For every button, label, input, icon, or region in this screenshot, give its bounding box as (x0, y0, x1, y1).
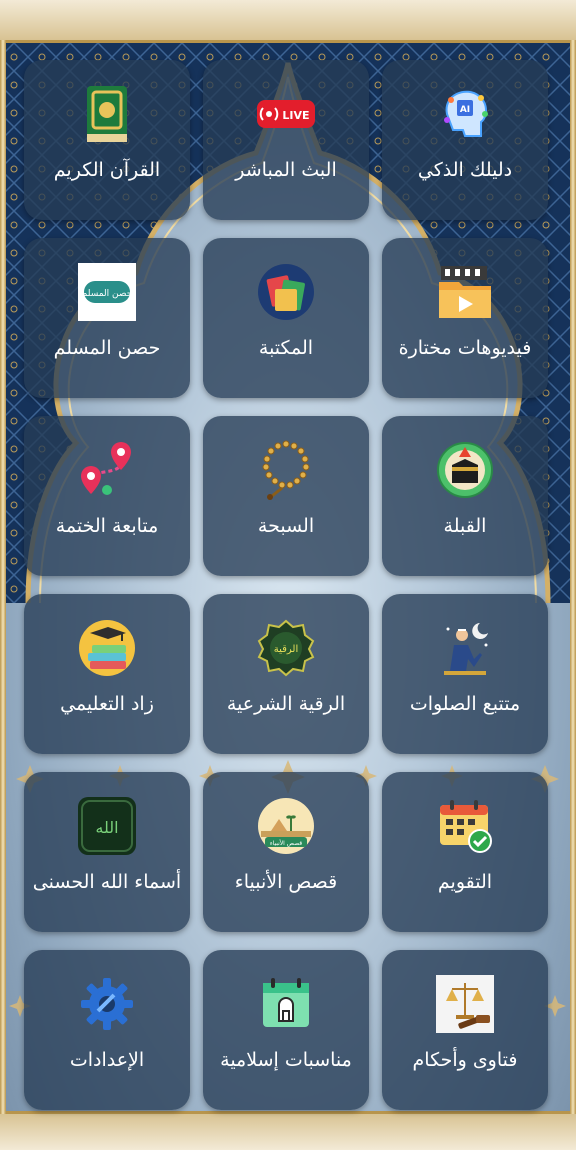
feature-grid: القرآن الكريم LIVE البث المباشر AI دليلك… (24, 60, 552, 1110)
prayer-beads-icon (256, 440, 316, 500)
tile-fatwas[interactable]: فتاوى وأحكام (382, 950, 548, 1110)
tile-label: دليلك الذكي (417, 159, 513, 181)
tile-calendar[interactable]: التقويم (382, 772, 548, 932)
tile-label: القبلة (443, 515, 487, 537)
svg-text:LIVE: LIVE (282, 109, 309, 122)
tile-hisn-almuslim[interactable]: حصن المسلم حصن المسلم (24, 238, 190, 398)
svg-text:قصص الأنبياء: قصص الأنبياء (270, 839, 302, 847)
svg-text:الله: الله (95, 818, 118, 837)
scales-gavel-icon (435, 974, 495, 1034)
tile-settings[interactable]: الإعدادات (24, 950, 190, 1110)
tile-quran[interactable]: القرآن الكريم (24, 60, 190, 220)
tile-label: المكتبة (258, 337, 314, 359)
tile-label: السبحة (257, 515, 315, 537)
hisn-almuslim-icon: حصن المسلم (77, 262, 137, 322)
islamic-events-icon (256, 974, 316, 1034)
tile-label: البث المباشر (235, 159, 337, 181)
tile-label: أسماء الله الحسنى (32, 871, 182, 893)
tile-label: فيديوهات مختارة (398, 337, 532, 359)
tile-ruqyah[interactable]: الرقية الرقية الشرعية (203, 594, 369, 754)
tile-prayer-tracker[interactable]: متتبع الصلوات (382, 594, 548, 754)
tile-label: حصن المسلم (53, 337, 161, 359)
allah-names-icon: الله (77, 796, 137, 856)
tile-label: قصص الأنبياء (234, 871, 338, 893)
tile-khatma-tracking[interactable]: متابعة الختمة (24, 416, 190, 576)
quran-book-icon (77, 84, 137, 144)
tile-label: الإعدادات (69, 1049, 145, 1071)
video-folder-icon (435, 262, 495, 322)
ai-head-icon: AI (435, 84, 495, 144)
settings-gear-icon (77, 974, 137, 1034)
tile-label: متابعة الختمة (55, 515, 159, 537)
tile-library[interactable]: المكتبة (203, 238, 369, 398)
tile-label: القرآن الكريم (53, 159, 161, 181)
svg-text:الرقية: الرقية (274, 644, 299, 655)
library-books-icon (256, 262, 316, 322)
frame-bottom-border (0, 1111, 576, 1150)
frame-left-border (0, 40, 6, 1114)
tile-islamic-events[interactable]: مناسبات إسلامية (203, 950, 369, 1110)
tile-ai-guide[interactable]: AI دليلك الذكي (382, 60, 548, 220)
tile-label: فتاوى وأحكام (412, 1049, 518, 1071)
route-pins-icon (77, 440, 137, 500)
tile-label: زاد التعليمي (60, 693, 154, 715)
tile-selected-videos[interactable]: فيديوهات مختارة (382, 238, 548, 398)
prophets-stories-icon: قصص الأنبياء (256, 796, 316, 856)
tile-label: متتبع الصلوات (409, 693, 521, 715)
praying-man-icon (435, 618, 495, 678)
tile-live[interactable]: LIVE البث المباشر (203, 60, 369, 220)
kaaba-compass-icon (435, 440, 495, 500)
svg-text:AI: AI (460, 105, 470, 115)
tile-label: الرقية الشرعية (226, 693, 346, 715)
ruqyah-badge-icon: الرقية (256, 618, 316, 678)
tile-label: مناسبات إسلامية (220, 1049, 352, 1071)
tile-prophets-stories[interactable]: قصص الأنبياء قصص الأنبياء (203, 772, 369, 932)
tile-label: التقويم (437, 871, 493, 893)
tile-names-of-allah[interactable]: الله أسماء الله الحسنى (24, 772, 190, 932)
live-broadcast-icon: LIVE (256, 84, 316, 144)
frame-top-border (0, 0, 576, 43)
calendar-check-icon (435, 796, 495, 856)
tile-qibla[interactable]: القبلة (382, 416, 548, 576)
tile-zad-education[interactable]: زاد التعليمي (24, 594, 190, 754)
svg-text:حصن المسلم: حصن المسلم (82, 289, 133, 299)
tile-tasbih[interactable]: السبحة (203, 416, 369, 576)
frame-right-border (570, 40, 576, 1114)
graduation-books-icon (77, 618, 137, 678)
